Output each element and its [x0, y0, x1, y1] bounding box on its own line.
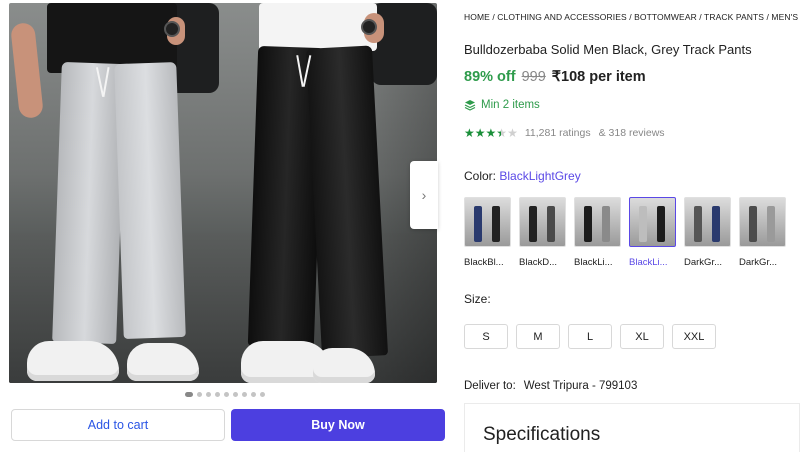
rating-row: ★ ★ ★ ★ ★ 11,281 ratings & 318 reviews: [464, 126, 665, 140]
color-label: Color: BlackLightGrey: [464, 169, 581, 183]
pant-thumbnail: [712, 206, 720, 242]
color-swatch-labels: BlackBl... BlackD... BlackLi... BlackLi... D…: [464, 257, 786, 268]
white-sneaker-image: [27, 341, 119, 381]
next-image-button[interactable]: ›: [410, 161, 438, 229]
color-swatch[interactable]: [464, 197, 511, 247]
original-price: 999: [521, 69, 546, 85]
size-option-s[interactable]: S: [464, 324, 508, 349]
pant-thumbnail: [529, 206, 537, 242]
color-swatch[interactable]: [629, 197, 676, 247]
buy-now-button[interactable]: Buy Now: [231, 409, 445, 441]
pagination-dot[interactable]: [224, 392, 229, 397]
watch-image: [164, 21, 180, 37]
star-rating: ★ ★ ★ ★ ★: [464, 126, 518, 140]
white-sneaker-image: [127, 343, 199, 381]
size-option-xl[interactable]: XL: [620, 324, 664, 349]
pant-thumbnail: [492, 206, 500, 242]
color-swatch-label: BlackLi...: [629, 257, 668, 268]
star-icon: ★: [464, 126, 475, 140]
reviews-count[interactable]: & 318 reviews: [599, 127, 665, 139]
pant-thumbnail: [749, 206, 757, 242]
star-icon: ★: [474, 126, 486, 140]
color-swatch-label: BlackLi...: [574, 257, 613, 268]
price-row: 89% off 999 ₹108 per item: [464, 69, 646, 85]
pant-thumbnail: [767, 206, 775, 242]
size-options: S M L XL XXL: [464, 324, 716, 349]
chevron-right-icon: ›: [421, 187, 427, 203]
pant-thumbnail: [474, 206, 482, 242]
star-icon: ★: [485, 126, 497, 140]
product-page: › Add to cart Buy Now HOME / CLOTHING AN…: [0, 0, 800, 452]
pant-thumbnail: [584, 206, 592, 242]
pagination-dot[interactable]: [260, 392, 265, 397]
ratings-count[interactable]: 11,281 ratings: [525, 127, 591, 139]
pagination-dot[interactable]: [206, 392, 211, 397]
deliver-label: Deliver to:: [464, 380, 516, 392]
delivery-row: Deliver to: West Tripura - 799103: [464, 380, 637, 392]
image-pagination-dots: [185, 392, 265, 397]
discount-percent: 89% off: [464, 69, 516, 85]
pant-thumbnail: [547, 206, 555, 242]
min-items-badge: Min 2 items: [464, 99, 540, 111]
color-swatch-label: DarkGr...: [684, 257, 723, 268]
pagination-dot[interactable]: [242, 392, 247, 397]
color-swatch[interactable]: [574, 197, 621, 247]
size-label: Size:: [464, 292, 491, 306]
pagination-dot[interactable]: [233, 392, 238, 397]
color-swatch-label: BlackBl...: [464, 257, 504, 268]
color-swatches: [464, 197, 786, 247]
color-swatch-label: DarkGr...: [739, 257, 778, 268]
product-title: Bulldozerbaba Solid Men Black, Grey Trac…: [464, 42, 752, 57]
star-icon: ★: [507, 126, 518, 140]
pagination-dot[interactable]: [197, 392, 202, 397]
sale-price: ₹108 per item: [551, 69, 646, 85]
selected-color: BlackLightGrey: [499, 169, 581, 183]
add-to-cart-button[interactable]: Add to cart: [11, 409, 225, 441]
pagination-dot[interactable]: [215, 392, 220, 397]
breadcrumb[interactable]: HOME / CLOTHING AND ACCESSORIES / BOTTOM…: [464, 12, 800, 22]
product-image[interactable]: [9, 3, 437, 383]
pant-thumbnail: [639, 206, 647, 242]
half-star-icon: ★: [496, 126, 507, 140]
color-swatch[interactable]: [684, 197, 731, 247]
delivery-location[interactable]: West Tripura - 799103: [524, 380, 638, 392]
size-option-m[interactable]: M: [516, 324, 560, 349]
pant-thumbnail: [602, 206, 610, 242]
pagination-dot[interactable]: [251, 392, 256, 397]
color-swatch[interactable]: [519, 197, 566, 247]
size-option-xxl[interactable]: XXL: [672, 324, 716, 349]
color-swatch[interactable]: [739, 197, 786, 247]
grey-pant-leg-right: [114, 62, 186, 339]
pagination-dot[interactable]: [185, 392, 193, 397]
layers-icon: [464, 100, 476, 111]
specifications-title: Specifications: [483, 424, 601, 445]
color-swatch-label: BlackD...: [519, 257, 558, 268]
pant-thumbnail: [694, 206, 702, 242]
size-option-l[interactable]: L: [568, 324, 612, 349]
white-tshirt-image: [259, 3, 377, 51]
pant-thumbnail: [657, 206, 665, 242]
